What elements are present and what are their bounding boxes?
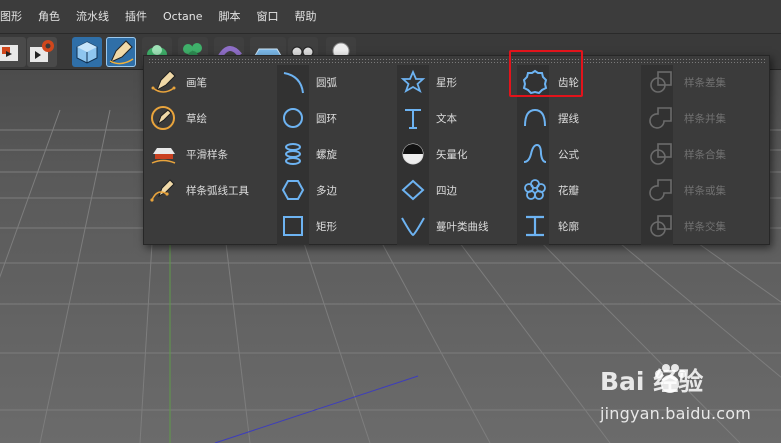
- item-label: 公式: [558, 148, 579, 161]
- item-vectorize[interactable]: 矢量化: [398, 138, 468, 170]
- diamond-icon: [398, 175, 428, 205]
- arc-icon: [278, 67, 308, 97]
- formula-icon: [520, 139, 550, 169]
- rectangle-icon: [278, 211, 308, 241]
- item-label: 样条或集: [684, 184, 726, 197]
- item-label: 平滑样条: [186, 148, 228, 161]
- menu-plugins[interactable]: 插件: [117, 0, 155, 34]
- menu-bar: 图形 角色 流水线 插件 Octane 脚本 窗口 帮助: [0, 0, 781, 34]
- cycloid-icon: [520, 103, 550, 133]
- menu-octane[interactable]: Octane: [155, 0, 211, 34]
- item-label: 样条差集: [684, 76, 726, 89]
- item-label: 蔓叶类曲线: [436, 220, 489, 233]
- spline-subtract-icon: [646, 67, 676, 97]
- menu-window[interactable]: 窗口: [249, 0, 287, 34]
- item-label: 圆环: [316, 112, 337, 125]
- item-label: 摆线: [558, 112, 579, 125]
- item-label: 样条并集: [684, 112, 726, 125]
- item-label: 文本: [436, 112, 457, 125]
- menu-shapes[interactable]: 图形: [0, 0, 30, 34]
- star-icon: [398, 67, 428, 97]
- menu-script[interactable]: 脚本: [211, 0, 249, 34]
- menu-help[interactable]: 帮助: [287, 0, 325, 34]
- sketch-icon: [148, 103, 178, 133]
- item-spline-and: 样条合集: [646, 138, 726, 170]
- item-formula[interactable]: 公式: [520, 138, 579, 170]
- text-icon: [398, 103, 428, 133]
- pen-icon: [148, 67, 178, 97]
- item-label: 轮廓: [558, 220, 579, 233]
- pen-icon: [109, 40, 134, 65]
- paw-icon: [655, 364, 686, 393]
- item-label: 矢量化: [436, 148, 468, 161]
- profile-icon: [520, 211, 550, 241]
- item-four-sided[interactable]: 四边: [398, 174, 457, 206]
- cube-button[interactable]: [72, 37, 102, 67]
- spline-and-icon: [646, 139, 676, 169]
- item-label: 矩形: [316, 220, 337, 233]
- baidu-jingyan-watermark: Bai 经验 jingyan.baidu.com: [600, 362, 760, 432]
- item-helix[interactable]: 螺旋: [278, 138, 337, 170]
- item-sketch[interactable]: 草绘: [148, 102, 207, 134]
- item-smooth-spline[interactable]: 平滑样条: [148, 138, 228, 170]
- circle-icon: [278, 103, 308, 133]
- smooth-spline-icon: [148, 139, 178, 169]
- item-label: 圆弧: [316, 76, 337, 89]
- item-label: 样条交集: [684, 220, 726, 233]
- item-circle[interactable]: 圆环: [278, 102, 337, 134]
- item-spline-intersect: 样条交集: [646, 210, 726, 242]
- item-pen[interactable]: 画笔: [148, 66, 207, 98]
- cissoid-icon: [398, 211, 428, 241]
- item-label: 四边: [436, 184, 457, 197]
- spline-or-icon: [646, 175, 676, 205]
- item-arc[interactable]: 圆弧: [278, 66, 337, 98]
- item-cissoid[interactable]: 蔓叶类曲线: [398, 210, 489, 242]
- item-star[interactable]: 星形: [398, 66, 457, 98]
- vectorize-icon: [398, 139, 428, 169]
- spline-dropdown-panel: 画笔 草绘 平滑样条 样条弧线工具 圆弧 圆环 螺旋 多边 矩形 星形 文本 矢…: [143, 55, 770, 245]
- watermark-url: jingyan.baidu.com: [600, 404, 752, 423]
- item-cycloid[interactable]: 摆线: [520, 102, 579, 134]
- item-label: 样条弧线工具: [186, 184, 249, 197]
- flower-icon: [520, 175, 550, 205]
- item-spline-union: 样条并集: [646, 102, 726, 134]
- menu-character[interactable]: 角色: [30, 0, 68, 34]
- highlight-box: [509, 50, 583, 97]
- menu-pipeline[interactable]: 流水线: [68, 0, 117, 34]
- item-spline-arc-tool[interactable]: 样条弧线工具: [148, 174, 249, 206]
- item-polygon[interactable]: 多边: [278, 174, 337, 206]
- clapper-icon: [0, 45, 18, 61]
- panel-grip[interactable]: [148, 58, 765, 63]
- item-label: 样条合集: [684, 148, 726, 161]
- item-rectangle[interactable]: 矩形: [278, 210, 337, 242]
- item-spline-or: 样条或集: [646, 174, 726, 206]
- spline-intersect-icon: [646, 211, 676, 241]
- item-label: 画笔: [186, 76, 207, 89]
- render-gear-icon: [30, 40, 54, 62]
- item-label: 螺旋: [316, 148, 337, 161]
- item-label: 花瓣: [558, 184, 579, 197]
- render-region-button[interactable]: [0, 37, 26, 67]
- render-settings-button[interactable]: [27, 37, 57, 67]
- spline-union-icon: [646, 103, 676, 133]
- item-flower[interactable]: 花瓣: [520, 174, 579, 206]
- pen-tool-button[interactable]: [106, 37, 136, 67]
- item-label: 多边: [316, 184, 337, 197]
- item-text[interactable]: 文本: [398, 102, 457, 134]
- spline-arc-tool-icon: [148, 175, 178, 205]
- cube-icon: [76, 41, 98, 64]
- item-spline-subtract: 样条差集: [646, 66, 726, 98]
- item-profile[interactable]: 轮廓: [520, 210, 579, 242]
- item-label: 草绘: [186, 112, 207, 125]
- polygon-icon: [278, 175, 308, 205]
- helix-icon: [278, 139, 308, 169]
- item-label: 星形: [436, 76, 457, 89]
